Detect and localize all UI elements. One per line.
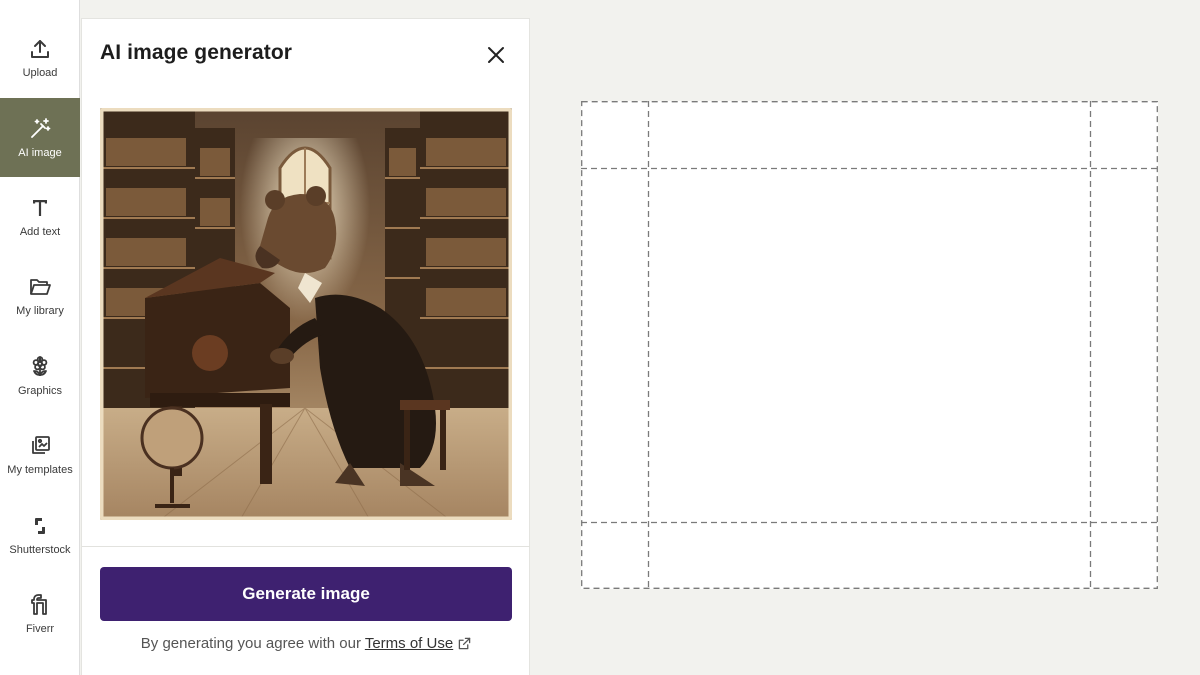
ai-image-panel: AI image generator Generate image By gen…: [81, 18, 530, 675]
upload-icon: [31, 39, 49, 58]
sidebar-item-my-templates[interactable]: My templates: [0, 415, 80, 494]
sidebar-item-fiverr[interactable]: Fiverr: [0, 574, 80, 653]
sidebar-item-label: Fiverr: [25, 622, 55, 635]
sidebar-item-label: Shutterstock: [9, 543, 71, 556]
sidebar-item-label: AI image: [18, 146, 62, 159]
external-link-icon[interactable]: [458, 637, 471, 650]
terms-of-use-link[interactable]: Terms of Use: [365, 635, 453, 652]
sidebar-item-label: My templates: [7, 463, 73, 476]
close-button[interactable]: [482, 41, 510, 69]
fiverr-icon: [31, 593, 47, 615]
bleed-guides: [581, 101, 1158, 589]
generated-image: [100, 108, 512, 520]
close-icon: [488, 47, 504, 63]
sidebar-item-add-text[interactable]: Add text: [0, 177, 80, 256]
sidebar-item-shutterstock[interactable]: Shutterstock: [0, 495, 80, 574]
generated-image-preview[interactable]: [100, 108, 512, 520]
terms-notice: By generating you agree with our Terms o…: [82, 635, 530, 652]
design-canvas[interactable]: [581, 101, 1158, 589]
terms-prefix: By generating you agree with our: [140, 635, 361, 652]
sidebar-item-label: Add text: [19, 225, 61, 238]
text-icon: [33, 199, 47, 216]
panel-title: AI image generator: [100, 41, 293, 64]
sidebar-item-ai-image[interactable]: AI image: [0, 98, 80, 177]
sidebar-item-graphics[interactable]: Graphics: [0, 336, 80, 415]
flower-icon: [32, 355, 48, 376]
folder-icon: [30, 278, 51, 295]
sidebar-item-label: Upload: [22, 66, 58, 79]
sidebar-item-my-library[interactable]: My library: [0, 256, 80, 335]
magic-wand-icon: [31, 117, 51, 138]
sidebar-item-upload[interactable]: Upload: [0, 18, 80, 97]
shutterstock-icon: [35, 517, 45, 534]
generate-image-button[interactable]: Generate image: [100, 567, 512, 621]
panel-divider: [82, 546, 530, 547]
templates-icon: [32, 435, 50, 454]
left-toolbar: Upload AI image Add text My library Grap…: [0, 0, 80, 675]
sidebar-item-label: Graphics: [17, 384, 63, 397]
sidebar-item-label: My library: [16, 304, 64, 317]
